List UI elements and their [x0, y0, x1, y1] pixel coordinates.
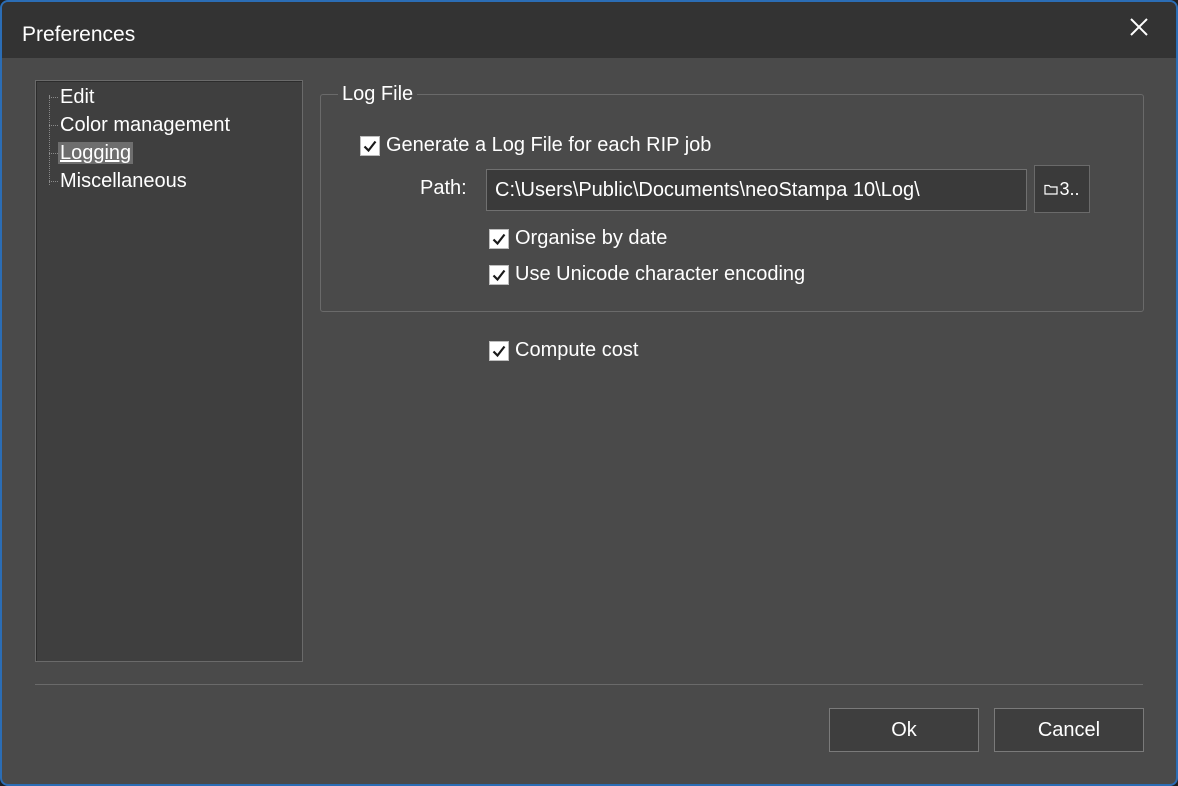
footer-separator [35, 684, 1143, 685]
cancel-button[interactable]: Cancel [994, 708, 1144, 752]
ok-button[interactable]: Ok [829, 708, 979, 752]
checkmark-icon [363, 140, 377, 152]
compute-cost-checkbox[interactable]: Compute cost [489, 339, 638, 362]
path-input[interactable] [486, 169, 1027, 211]
organise-by-date-label: Organise by date [515, 227, 668, 249]
browse-button[interactable]: 3.. [1034, 165, 1090, 213]
organise-by-date-checkbox[interactable]: Organise by date [489, 227, 667, 250]
browse-button-label: 3.. [1059, 178, 1080, 199]
category-tree[interactable]: Edit Color management Logging Miscellane… [35, 80, 303, 662]
generate-log-checkbox[interactable]: Generate a Log File for each RIP job [360, 134, 711, 157]
tree-item-logging[interactable]: Logging [48, 141, 134, 165]
checkmark-icon [492, 345, 506, 357]
compute-cost-label: Compute cost [515, 339, 639, 361]
unicode-encoding-label: Use Unicode character encoding [515, 263, 806, 285]
checkmark-icon [492, 233, 506, 245]
unicode-encoding-checkbox-box[interactable] [489, 264, 509, 285]
log-file-group-legend: Log File [338, 83, 418, 106]
close-button[interactable] [1120, 10, 1158, 44]
organise-by-date-checkbox-box[interactable] [489, 228, 509, 249]
tree-item-color-management[interactable]: Color management [48, 113, 230, 137]
path-label: Path: [420, 177, 467, 199]
tree-item-edit[interactable]: Edit [48, 85, 94, 109]
close-icon [1130, 18, 1148, 36]
tree-guide-line [49, 95, 50, 185]
folder-icon [1044, 184, 1059, 195]
window-title: Preferences [22, 23, 136, 46]
preferences-dialog: Preferences Edit Color management Loggin… [0, 0, 1178, 786]
tree-item-miscellaneous[interactable]: Miscellaneous [49, 169, 187, 193]
checkmark-icon [492, 269, 506, 281]
compute-cost-checkbox-box[interactable] [489, 340, 509, 361]
unicode-encoding-checkbox[interactable]: Use Unicode character encoding [489, 263, 805, 286]
title-bar[interactable]: Preferences [2, 2, 1176, 58]
generate-log-checkbox-box[interactable] [360, 135, 380, 156]
generate-log-label: Generate a Log File for each RIP job [386, 134, 712, 156]
